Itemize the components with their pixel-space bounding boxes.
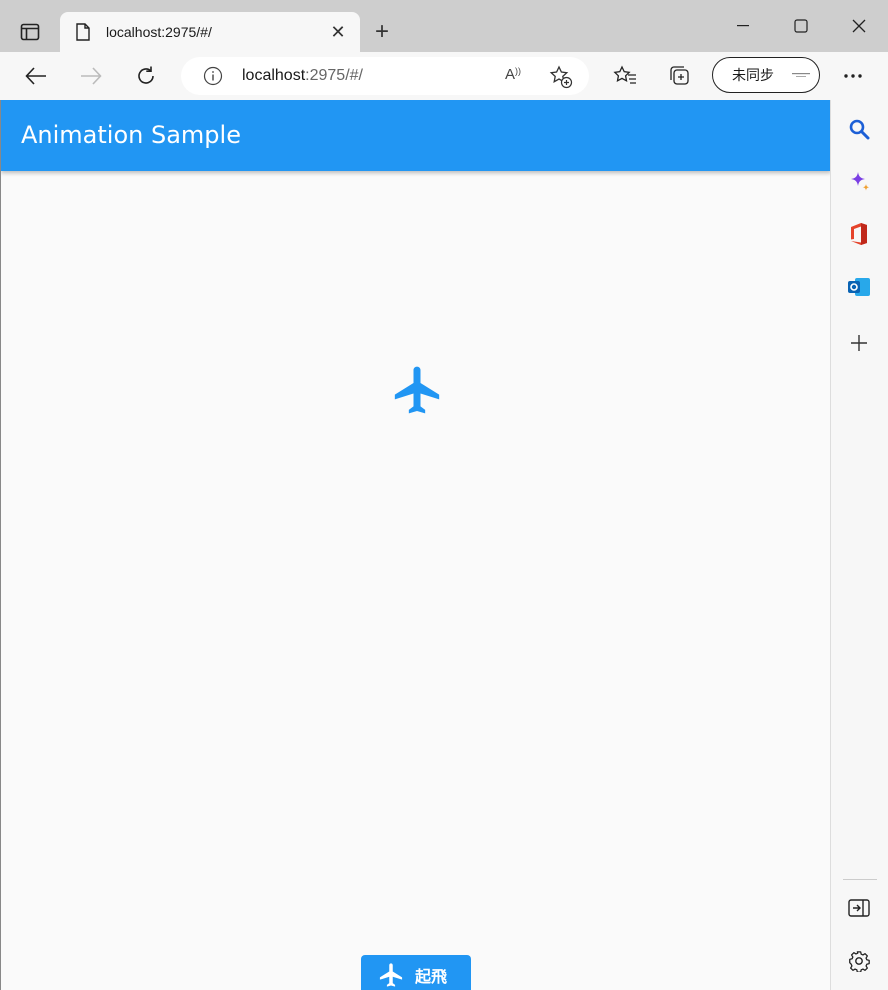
read-aloud-label: A [505, 66, 516, 83]
add-icon[interactable] [845, 329, 873, 357]
info-icon[interactable] [203, 66, 223, 86]
settings-icon[interactable] [845, 947, 873, 975]
refresh-icon[interactable] [129, 60, 163, 92]
maximize-button[interactable] [772, 0, 830, 52]
page-viewport: Animation Sample 起飛 [0, 100, 830, 990]
office-icon[interactable] [845, 220, 873, 248]
minimize-button[interactable] [714, 0, 772, 52]
title-bar: localhost:2975/#/ ✕ + [0, 0, 888, 52]
address-bar[interactable]: localhost:2975/#/ A)) [181, 57, 589, 95]
close-tab-button[interactable]: ✕ [324, 18, 352, 46]
browser-window: localhost:2975/#/ ✕ + localhost:2975/#/ … [0, 0, 888, 990]
url-text[interactable]: localhost:2975/#/ [242, 67, 363, 85]
window-controls [714, 0, 888, 52]
add-favorite-icon[interactable] [549, 65, 573, 89]
forward-arrow-icon[interactable] [74, 60, 108, 92]
sidebar-divider [843, 879, 877, 880]
avatar [788, 66, 814, 84]
back-arrow-icon[interactable] [19, 60, 53, 92]
browser-tab[interactable]: localhost:2975/#/ ✕ [60, 12, 360, 52]
page-title: Animation Sample [21, 121, 241, 149]
url-path: :2975/#/ [305, 67, 363, 84]
collections-icon[interactable] [663, 60, 697, 92]
copilot-icon[interactable] [845, 168, 873, 196]
new-tab-button[interactable]: + [368, 18, 396, 46]
sync-status-label: 未同步 [732, 67, 774, 83]
browser-sidebar [830, 100, 888, 990]
browser-toolbar: localhost:2975/#/ A)) 未同步 [0, 52, 888, 100]
page-icon [76, 22, 92, 42]
airplane-icon [389, 362, 445, 418]
favorites-icon[interactable] [608, 60, 642, 92]
more-icon[interactable] [836, 60, 870, 92]
app-bar: Animation Sample [1, 100, 830, 171]
outlook-icon[interactable] [845, 273, 873, 301]
url-host: localhost [242, 67, 306, 84]
read-aloud-icon[interactable]: A)) [505, 66, 527, 86]
close-window-button[interactable] [830, 0, 888, 52]
airplane-icon [377, 961, 405, 989]
takeoff-button-label: 起飛 [415, 969, 448, 986]
tab-actions-icon[interactable] [14, 18, 46, 46]
tab-title: localhost:2975/#/ [106, 24, 212, 40]
search-icon[interactable] [845, 115, 873, 143]
split-screen-icon[interactable] [845, 894, 873, 922]
takeoff-button[interactable]: 起飛 [361, 955, 471, 990]
profile-sync-button[interactable]: 未同步 [712, 57, 820, 93]
